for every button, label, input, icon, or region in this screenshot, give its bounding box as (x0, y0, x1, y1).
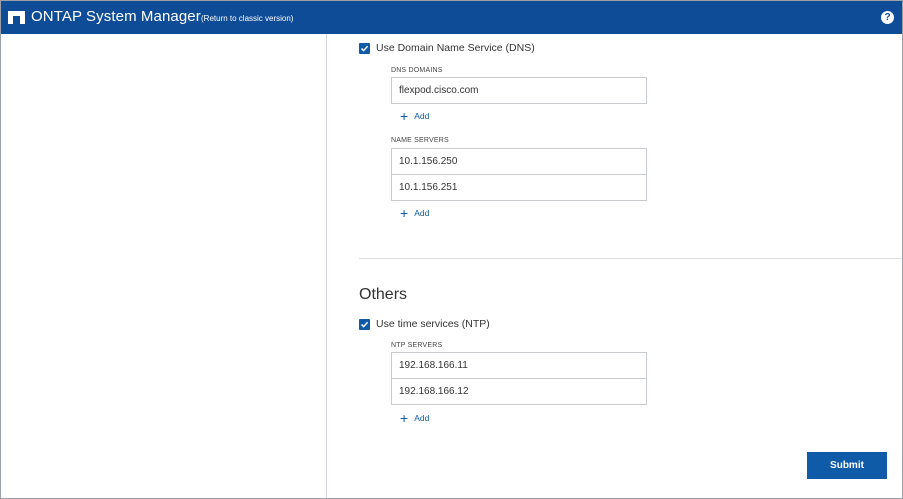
ntp-server-input-2[interactable] (391, 378, 647, 405)
app-window: ONTAP System Manager (Return to classic … (0, 0, 903, 499)
ntp-servers-label: NTP SERVERS (391, 342, 443, 349)
dns-domain-input[interactable] (391, 77, 647, 104)
netapp-logo-icon (8, 11, 25, 24)
ntp-server-input-1[interactable] (391, 352, 647, 379)
left-sidebar (1, 34, 327, 498)
ntp-checkbox[interactable]: Use time services (NTP) (359, 317, 490, 331)
plus-icon: + (400, 410, 409, 426)
add-ntp-server-button[interactable]: + Add (400, 411, 429, 425)
checkbox-checked-icon (359, 42, 370, 54)
section-divider (359, 258, 902, 259)
add-label: Add (414, 413, 430, 423)
dns-checkbox-label: Use Domain Name Service (DNS) (376, 42, 535, 54)
name-servers-label: NAME SERVERS (391, 137, 449, 144)
dns-checkbox[interactable]: Use Domain Name Service (DNS) (359, 41, 535, 55)
return-to-classic-link[interactable]: (Return to classic version) (201, 14, 293, 23)
submit-button[interactable]: Submit (807, 452, 887, 479)
add-label: Add (414, 208, 430, 218)
name-server-input-2[interactable] (391, 174, 647, 201)
add-dns-domain-button[interactable]: + Add (400, 109, 429, 123)
plus-icon: + (400, 108, 409, 124)
app-title: ONTAP System Manager (31, 8, 201, 25)
top-bar: ONTAP System Manager (Return to classic … (1, 1, 902, 34)
ntp-checkbox-label: Use time services (NTP) (376, 318, 490, 330)
others-section-title: Others (359, 286, 408, 303)
name-server-input-1[interactable] (391, 148, 647, 175)
help-icon[interactable]: ? (881, 11, 894, 24)
dns-domains-label: DNS DOMAINS (391, 67, 443, 74)
checkbox-checked-icon (359, 318, 370, 330)
add-name-server-button[interactable]: + Add (400, 206, 429, 220)
add-label: Add (414, 111, 430, 121)
settings-panel: Use Domain Name Service (DNS) DNS DOMAIN… (327, 34, 902, 498)
plus-icon: + (400, 205, 409, 221)
